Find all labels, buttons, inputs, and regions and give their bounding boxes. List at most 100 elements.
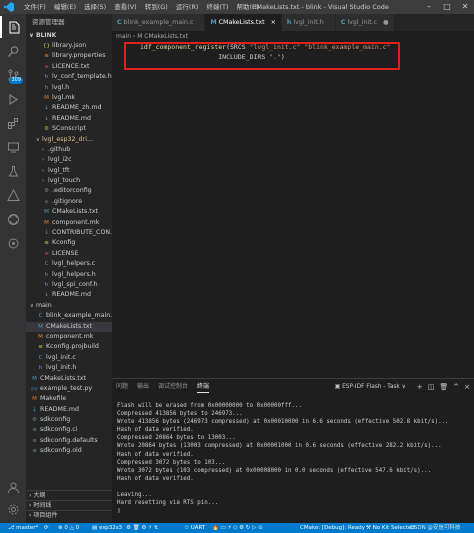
tree-file[interactable]: ≡ sdkconfig.old (26, 446, 112, 456)
maximize-icon[interactable]: □ (438, 0, 456, 14)
tree-file[interactable]: ≡ LICENSE (26, 249, 112, 259)
maximize-panel-icon[interactable]: ^ (453, 382, 459, 392)
tree-file[interactable]: h lvgl_init.h (26, 363, 112, 373)
branch-indicator[interactable]: ⎇ master* (8, 523, 38, 533)
tree-file[interactable]: h lvgl_helpers.h (26, 270, 112, 280)
unsaved-dot-icon[interactable]: ● (383, 19, 389, 26)
tree-file[interactable]: py example_test.py (26, 384, 112, 394)
tree-file[interactable]: ≡ Kconfig (26, 238, 112, 248)
panel-tab[interactable]: 终端 (197, 382, 210, 393)
tree-file[interactable]: ⚙ .editorconfig (26, 186, 112, 196)
tree-file[interactable]: M CMakeLists.txt (26, 207, 112, 217)
esp-tool-icons[interactable]: 🔥 ▭ ⚡ ◇ ⚙ ↻ ▷ ⊙ (212, 523, 263, 533)
tree-item-label: library.json (52, 42, 87, 49)
tree-folder[interactable]: › lvgl_tft (26, 166, 112, 176)
tree-file[interactable]: ≡ Kconfig.projbuild (26, 342, 112, 352)
source-control-icon[interactable]: 309 (0, 64, 26, 86)
new-terminal-icon[interactable]: + (417, 382, 423, 392)
project-components-section[interactable]: › 项目组件 (26, 510, 112, 520)
tree-file[interactable]: ↓ README.md (26, 405, 112, 415)
close-tab-icon[interactable]: × (271, 19, 276, 26)
tree-file[interactable]: ≡ library.properties (26, 51, 112, 61)
menu-item[interactable]: 转到(G) (141, 0, 172, 14)
platformio-icon[interactable] (0, 232, 26, 254)
search-icon[interactable] (0, 40, 26, 62)
tree-file[interactable]: {} library.json (26, 41, 112, 51)
tree-folder[interactable]: ∨ main (26, 301, 112, 311)
tree-file[interactable]: M CMakeLists.txt (26, 374, 112, 384)
cmake-icon[interactable] (0, 184, 26, 206)
project-folder-header[interactable]: ∨ BLINK (26, 30, 112, 41)
tree-file[interactable]: M Makefile (26, 394, 112, 404)
extensions-icon[interactable] (0, 112, 26, 134)
editor-tab[interactable]: Cblink_example_main.c (112, 14, 206, 31)
terminal-select[interactable]: ▣ ESP-IDF Flash - Task ∨ (335, 382, 406, 392)
tree-folder[interactable]: ∨ lvgl_esp32_dri... (26, 135, 112, 145)
settings-gear-icon[interactable] (0, 498, 26, 520)
close-panel-icon[interactable]: × (464, 382, 470, 392)
tab-label: lvgl_init.c (347, 19, 378, 26)
outline-section[interactable]: › 大纲 (26, 490, 112, 500)
tree-file[interactable]: Mcomponent.mk (26, 332, 112, 342)
sync-icon[interactable]: ⟳ (44, 523, 49, 533)
tree-file[interactable]: Clvgl_helpers.c (26, 259, 112, 269)
kit-status[interactable]: ⚒ No Kit Selected (366, 523, 415, 533)
trash-icon[interactable]: 🗑 (439, 382, 448, 392)
breadcrumb[interactable]: main › M CMakeLists.txt (112, 31, 474, 42)
tree-file[interactable]: ↓ CONTRIBUTE_CON... (26, 228, 112, 238)
tree-file[interactable]: ≡ sdkconfig.defaults (26, 436, 112, 446)
tree-file[interactable]: Mcomponent.mk (26, 218, 112, 228)
panel-tab[interactable]: 输出 (137, 382, 149, 393)
tree-file[interactable]: h lv_conf_template.h (26, 72, 112, 82)
tree-file[interactable]: h lvgl_spi_conf.h (26, 280, 112, 290)
tree-item-label: lvgl_helpers.h (52, 270, 96, 278)
menu-item[interactable]: 编辑(E) (50, 0, 80, 14)
esp-idf-icon[interactable] (0, 208, 26, 230)
panel-tab[interactable]: 调试控制台 (158, 382, 188, 393)
tree-file[interactable]: Mlvgl.mk (26, 93, 112, 103)
panel-tab[interactable]: 问题 (116, 382, 128, 393)
tree-file[interactable]: ≡ sdkconfig.ci (26, 425, 112, 435)
menu-item[interactable]: 终端(T) (202, 0, 232, 14)
split-terminal-icon[interactable]: ◫ (428, 382, 435, 392)
tree-file[interactable]: ⚙ sdkconfig (26, 415, 112, 425)
tree-file[interactable]: ↓ README.md (26, 290, 112, 300)
menu-item[interactable]: 运行(R) (172, 0, 203, 14)
menu-item[interactable]: 文件(F) (20, 0, 50, 14)
tree-file[interactable]: ↓ README_zh.md (26, 103, 112, 113)
tree-folder[interactable]: › lvgl_touch (26, 176, 112, 186)
problems-indicator[interactable]: ⊗ 0 △ 0 (58, 523, 79, 533)
tree-file[interactable]: ◆ .gitignore (26, 197, 112, 207)
editor-tab[interactable]: h lvgl_init.h (281, 14, 336, 31)
editor-tab[interactable]: M CMakeLists.txt × (205, 14, 282, 31)
tree-folder[interactable]: › lvgl_i2c (26, 155, 112, 165)
esp-target[interactable]: ▤ esp32s3 (92, 523, 122, 533)
tree-file[interactable]: Clvgl_init.c (26, 353, 112, 363)
testing-icon[interactable] (0, 160, 26, 182)
tree-file[interactable]: Cblink_example_main.c (26, 311, 112, 321)
file-type-icon: ≡ (32, 427, 37, 434)
tree-file[interactable]: ≡ LICENCE.txt (26, 62, 112, 72)
uart-indicator[interactable]: ☆ UART (184, 523, 205, 533)
run-debug-icon[interactable] (0, 88, 26, 110)
code-editor[interactable]: idf_component_register(SRCS "lvgl_init.c… (112, 42, 474, 378)
remote-explorer-icon[interactable] (0, 136, 26, 158)
cmake-status[interactable]: CMake: [Debug]: Ready (300, 523, 365, 533)
explorer-icon[interactable] (0, 16, 26, 38)
tree-item-label: component.mk (46, 332, 94, 340)
menu-item[interactable]: 选择(S) (80, 0, 110, 14)
close-icon[interactable]: ✕ (456, 0, 474, 14)
file-type-icon: py (31, 385, 38, 392)
tree-file[interactable]: ⚙ SConscript (26, 124, 112, 134)
tree-file[interactable]: M CMakeLists.txt (26, 321, 112, 332)
timeline-section[interactable]: › 时间线 (26, 500, 112, 510)
tree-file[interactable]: ↓ README.md (26, 114, 112, 124)
tree-file[interactable]: h lvgl.h (26, 83, 112, 93)
esp-action-icons[interactable]: ⚙ 🗑 ⚙ ⚡ ↯ (126, 523, 158, 533)
terminal-output[interactable]: Flash will be erased from 0x00000000 to … (117, 402, 449, 515)
account-icon[interactable] (0, 476, 26, 498)
tree-folder[interactable]: › .github (26, 145, 112, 155)
minimize-icon[interactable]: – (420, 0, 438, 14)
editor-tab[interactable]: Clvgl_init.c ● (335, 14, 395, 31)
menu-item[interactable]: 查看(V) (110, 0, 141, 14)
